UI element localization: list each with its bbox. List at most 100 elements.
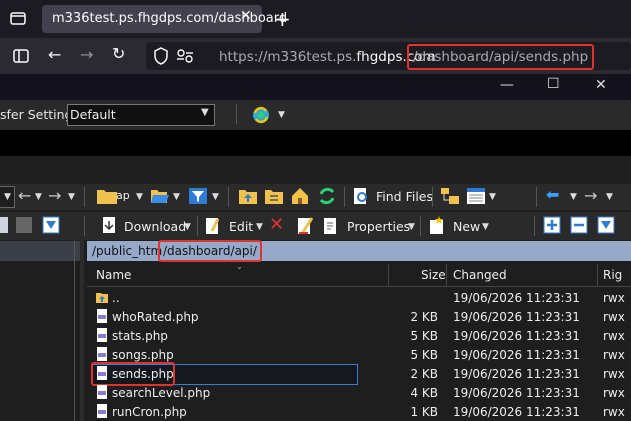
chevron-down-icon[interactable]: ▼ — [4, 192, 11, 202]
chevron-down-icon[interactable]: ▼ — [408, 222, 415, 232]
new-tab-button[interactable]: + — [274, 7, 291, 31]
refresh-icon[interactable] — [317, 186, 337, 206]
local-panel-scrollbar[interactable] — [80, 240, 84, 421]
file-rights: rwx — [603, 310, 625, 324]
file-size: 5 KB — [410, 329, 438, 343]
url-prefix: https://m336test.ps. — [219, 49, 357, 65]
find-files-icon[interactable] — [352, 187, 370, 205]
chevron-down-icon[interactable]: ▼ — [482, 222, 489, 232]
left-panel-delete-icon[interactable] — [16, 217, 32, 233]
toolbar-separator — [534, 216, 535, 236]
file-size: 4 KB — [410, 386, 438, 400]
edit-button[interactable]: Edit — [229, 219, 253, 234]
toolbar-separator — [236, 104, 237, 124]
local-panel-divider — [74, 240, 75, 421]
left-panel-filter-icon[interactable] — [42, 216, 60, 234]
column-changed[interactable]: Changed — [453, 268, 507, 282]
app-title-bar — [0, 74, 631, 100]
minimize-button[interactable]: — — [500, 77, 514, 93]
chevron-down-icon[interactable]: ▼ — [256, 222, 263, 232]
tree-view-icon[interactable] — [440, 187, 460, 207]
shield-icon[interactable] — [153, 47, 169, 65]
chevron-down-icon[interactable]: ▼ — [136, 192, 143, 202]
column-divider[interactable] — [388, 264, 389, 286]
chevron-down-icon[interactable]: ▼ — [489, 192, 496, 202]
select-plus-icon[interactable] — [543, 216, 561, 234]
toolbar-separator — [536, 187, 537, 207]
file-size: 2 KB — [410, 367, 438, 381]
sidebar-toggle-icon[interactable] — [12, 47, 30, 65]
permissions-icon[interactable] — [176, 49, 194, 63]
file-rights: rwx — [603, 329, 625, 343]
remote-path-highlight[interactable]: /dashboard/api/ — [158, 240, 262, 262]
chevron-down-icon[interactable]: ▼ — [184, 222, 191, 232]
close-tab-icon[interactable]: ✕ — [240, 8, 252, 24]
view-mode-icon[interactable] — [466, 187, 486, 205]
tab-list-icon[interactable] — [10, 10, 26, 26]
folder-icon[interactable] — [96, 187, 118, 205]
filter-icon[interactable] — [597, 216, 615, 234]
properties-button[interactable]: Properties — [347, 219, 410, 234]
maximize-button[interactable]: ☐ — [547, 76, 560, 92]
toolbar-separator — [197, 216, 198, 236]
sync-icon[interactable] — [250, 104, 272, 126]
remote-path-root[interactable]: /public_htm — [92, 244, 162, 258]
local-path-bar[interactable] — [0, 241, 84, 261]
file-changed: 19/06/2026 11:23:31 — [453, 367, 580, 381]
edit-icon[interactable] — [204, 216, 222, 236]
filter-icon[interactable] — [188, 187, 208, 205]
url-path-highlight: /dashboard/api/sends.php — [407, 44, 595, 70]
close-window-button[interactable]: ✕ — [595, 77, 607, 93]
folder-combo-text[interactable]: ap — [116, 189, 130, 202]
column-name[interactable]: Name — [96, 268, 131, 282]
file-actions-toolbar — [0, 212, 631, 240]
file-changed: 19/06/2026 11:23:31 — [453, 329, 580, 343]
download-icon[interactable] — [100, 216, 118, 236]
open-folder-icon[interactable] — [150, 187, 170, 205]
root-directory-icon[interactable] — [264, 187, 284, 205]
remote-back-icon[interactable]: ⬅ — [546, 185, 559, 204]
file-name: .. — [112, 291, 120, 305]
file-changed: 19/06/2026 11:23:31 — [453, 291, 580, 305]
delete-icon[interactable]: ✕ — [269, 214, 284, 235]
column-divider[interactable] — [597, 264, 598, 286]
php-file-icon — [97, 309, 107, 323]
file-changed: 19/06/2026 11:23:31 — [453, 310, 580, 324]
php-file-icon — [97, 404, 107, 418]
file-rights: rwx — [603, 348, 625, 362]
url-host: https://m336test.ps.fhgdps.com — [219, 49, 436, 65]
rename-icon[interactable] — [296, 216, 314, 236]
reload-icon[interactable]: ↻ — [112, 44, 125, 63]
column-rights[interactable]: Rig — [603, 268, 622, 282]
file-name: whoRated.php — [112, 310, 199, 324]
download-button[interactable]: Download — [124, 219, 186, 234]
parent-directory-icon[interactable] — [238, 187, 258, 205]
column-divider[interactable] — [446, 264, 447, 286]
back-icon[interactable]: ← — [48, 45, 61, 64]
chevron-down-icon[interactable]: ▼ — [68, 192, 75, 202]
column-size[interactable]: Size — [421, 268, 446, 282]
chevron-down-icon[interactable]: ▼ — [570, 192, 577, 202]
file-rights: rwx — [603, 405, 625, 419]
home-icon[interactable] — [290, 186, 310, 206]
sync-dropdown-icon[interactable]: ▼ — [278, 110, 285, 120]
php-file-icon — [97, 385, 107, 399]
select-minus-icon[interactable] — [570, 216, 588, 234]
forward-icon[interactable]: → — [48, 186, 61, 205]
forward-icon[interactable]: → — [80, 45, 93, 64]
file-name: runCron.php — [112, 405, 187, 419]
left-panel-action-icon[interactable] — [0, 217, 8, 233]
file-name: searchLevel.php — [112, 386, 211, 400]
find-files-button[interactable]: Find Files — [376, 189, 433, 204]
chevron-down-icon[interactable]: ▼ — [606, 192, 613, 202]
remote-forward-icon[interactable]: → — [584, 186, 597, 205]
chevron-down-icon[interactable]: ▼ — [212, 192, 219, 202]
new-icon[interactable] — [427, 215, 447, 235]
properties-icon[interactable] — [322, 216, 340, 236]
chevron-down-icon[interactable]: ▼ — [35, 192, 42, 202]
new-button[interactable]: New — [453, 219, 480, 234]
chevron-down-icon[interactable]: ▼ — [173, 192, 180, 202]
back-icon[interactable]: ← — [18, 186, 31, 205]
local-panel — [0, 240, 84, 421]
file-changed: 19/06/2026 11:23:31 — [453, 348, 580, 362]
